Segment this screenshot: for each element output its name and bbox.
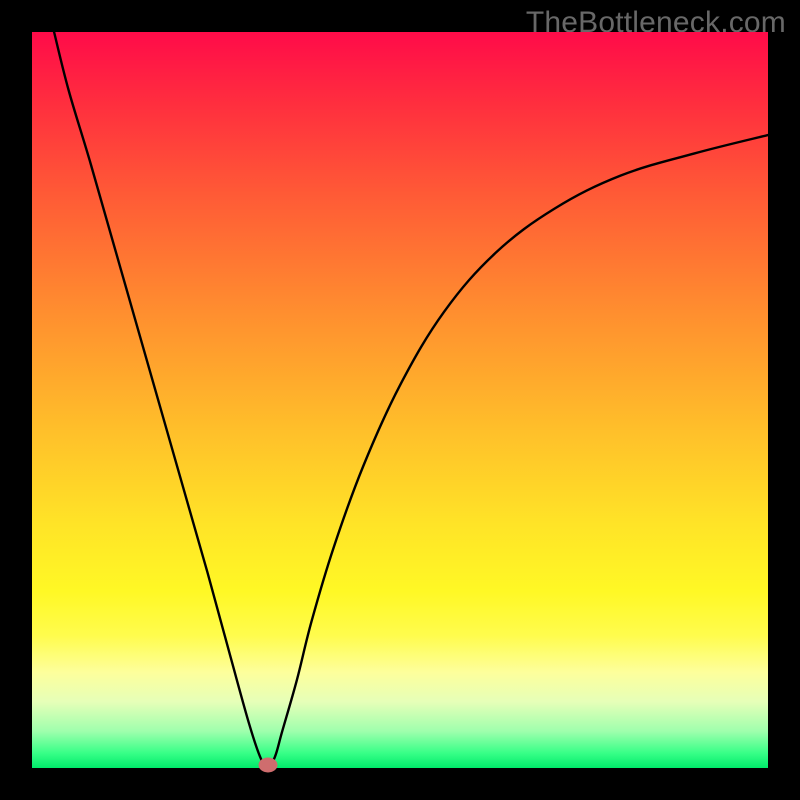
bottleneck-curve: [54, 32, 768, 768]
chart-frame: TheBottleneck.com: [0, 0, 800, 800]
minimum-marker: [258, 758, 277, 773]
chart-svg: [32, 32, 768, 768]
plot-area: [32, 32, 768, 768]
